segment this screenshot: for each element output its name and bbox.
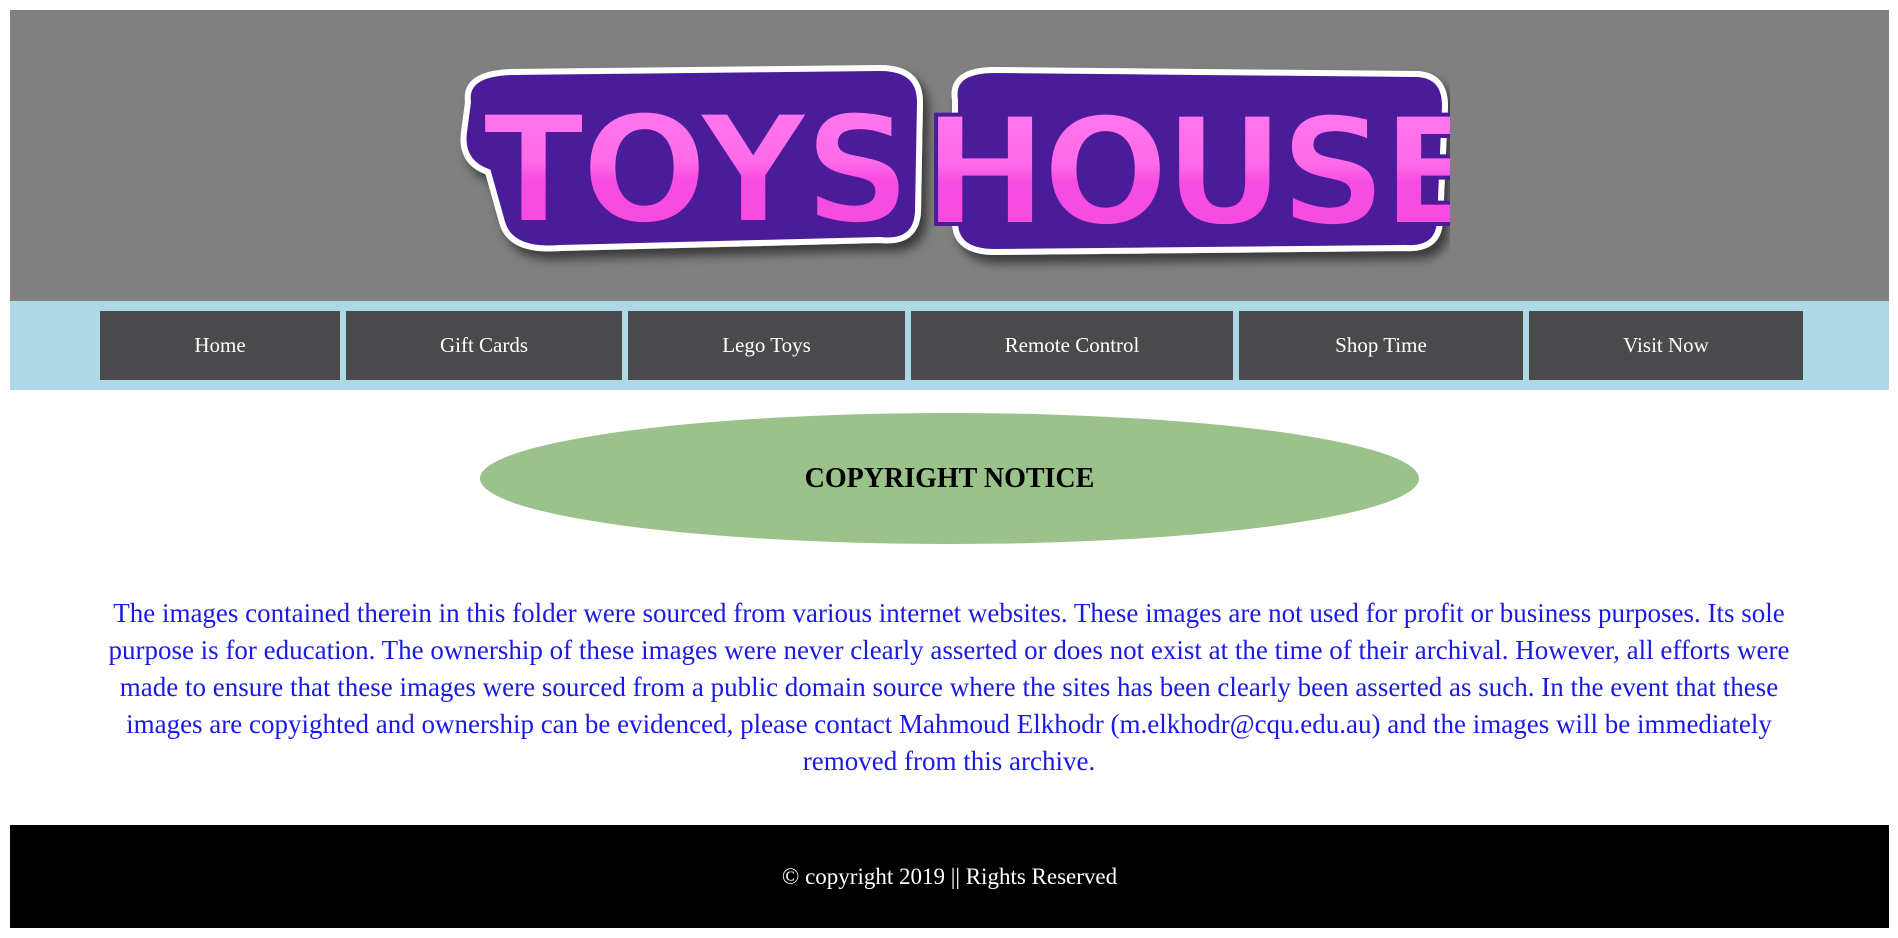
nav-lego-toys-button[interactable]: Lego Toys	[628, 311, 905, 380]
page: TOYS HOUSE Home Gift Cards Lego Toys Rem…	[0, 0, 1898, 938]
logo-text-house: HOUSE	[922, 86, 1450, 260]
nav-shop-time-button[interactable]: Shop Time	[1239, 311, 1523, 380]
copyright-notice-title: COPYRIGHT NOTICE	[804, 462, 1095, 494]
nav-gift-cards-button[interactable]: Gift Cards	[346, 311, 622, 380]
header-banner: TOYS HOUSE	[10, 10, 1889, 301]
nav-visit-now-button[interactable]: Visit Now	[1529, 311, 1803, 380]
nav-remote-control-button[interactable]: Remote Control	[911, 311, 1233, 380]
main-nav: Home Gift Cards Lego Toys Remote Control…	[10, 301, 1889, 390]
nav-home-button[interactable]: Home	[100, 311, 340, 380]
copyright-notice-body: The images contained therein in this fol…	[108, 598, 1790, 776]
footer: © copyright 2019 || Rights Reserved	[10, 825, 1889, 928]
logo-text-toys: TOYS	[482, 84, 907, 258]
copyright-notice-banner: COPYRIGHT NOTICE	[480, 413, 1419, 544]
toys-house-logo: TOYS HOUSE	[460, 64, 1450, 262]
footer-copyright-text: © copyright 2019 || Rights Reserved	[781, 863, 1118, 889]
